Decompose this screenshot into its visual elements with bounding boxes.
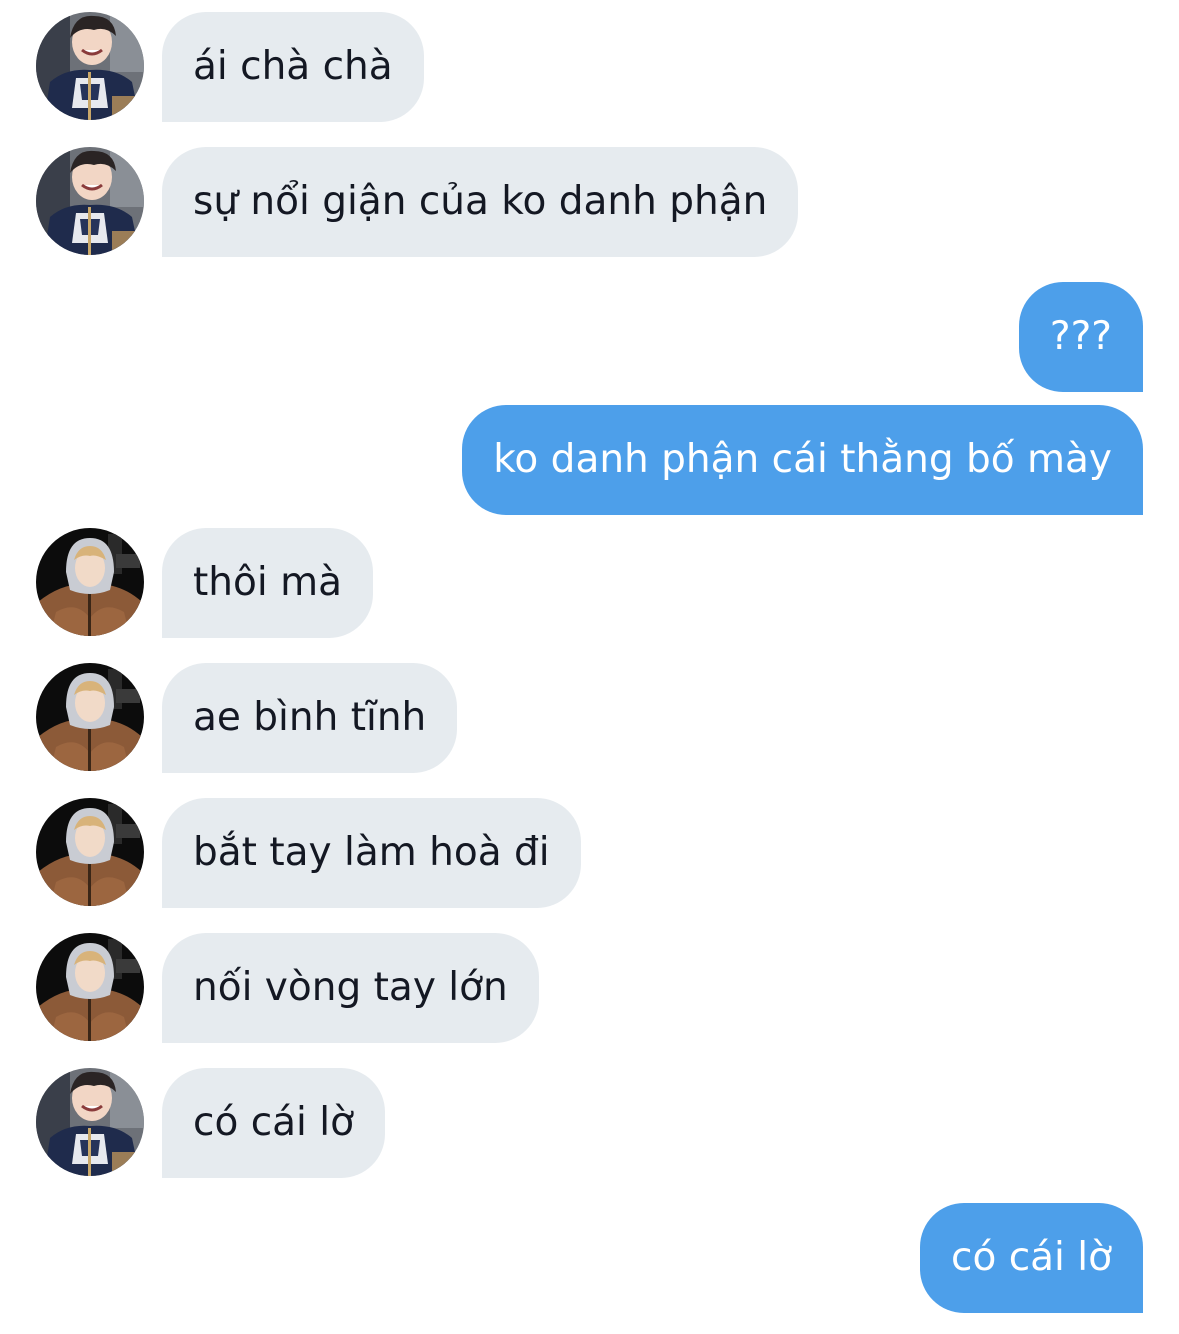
- incoming-message-bubble[interactable]: có cái lờ: [162, 1068, 385, 1178]
- avatar-photo-icon: [36, 12, 144, 120]
- outgoing-message-bubble[interactable]: ???: [1018, 282, 1143, 392]
- avatar-navy-jacket[interactable]: [36, 1068, 144, 1176]
- message-row: có cái lờ: [0, 1068, 1179, 1178]
- avatar-photo-icon: [36, 1068, 144, 1176]
- avatar-navy-jacket[interactable]: [36, 12, 144, 120]
- message-row: có cái lờ: [0, 1203, 1179, 1313]
- incoming-message-bubble[interactable]: ái chà chà: [162, 12, 424, 122]
- incoming-message-bubble[interactable]: bắt tay làm hoà đi: [162, 798, 581, 908]
- avatar-photo-icon: [36, 933, 144, 1041]
- avatar-brown-hoodie[interactable]: [36, 528, 144, 636]
- avatar-photo-icon: [36, 147, 144, 255]
- message-row: thôi mà: [0, 528, 1179, 638]
- incoming-message-bubble[interactable]: thôi mà: [162, 528, 373, 638]
- avatar-photo-icon: [36, 798, 144, 906]
- conversation-thread[interactable]: ái chà chà sự nổi giận của ko danh phận …: [0, 0, 1179, 1334]
- message-row: ae bình tĩnh: [0, 663, 1179, 773]
- message-row: ái chà chà: [0, 12, 1179, 122]
- message-row: nối vòng tay lớn: [0, 933, 1179, 1043]
- avatar-brown-hoodie[interactable]: [36, 933, 144, 1041]
- avatar-photo-icon: [36, 528, 144, 636]
- message-row: bắt tay làm hoà đi: [0, 798, 1179, 908]
- outgoing-message-bubble[interactable]: có cái lờ: [920, 1203, 1143, 1313]
- message-row: ko danh phận cái thằng bố mày: [0, 405, 1179, 515]
- avatar-brown-hoodie[interactable]: [36, 663, 144, 771]
- outgoing-message-bubble[interactable]: ko danh phận cái thằng bố mày: [462, 405, 1143, 515]
- avatar-photo-icon: [36, 663, 144, 771]
- message-row: ???: [0, 282, 1179, 392]
- incoming-message-bubble[interactable]: ae bình tĩnh: [162, 663, 458, 773]
- avatar-navy-jacket[interactable]: [36, 147, 144, 255]
- incoming-message-bubble[interactable]: sự nổi giận của ko danh phận: [162, 147, 799, 257]
- incoming-message-bubble[interactable]: nối vòng tay lớn: [162, 933, 539, 1043]
- message-row: sự nổi giận của ko danh phận: [0, 147, 1179, 257]
- avatar-brown-hoodie[interactable]: [36, 798, 144, 906]
